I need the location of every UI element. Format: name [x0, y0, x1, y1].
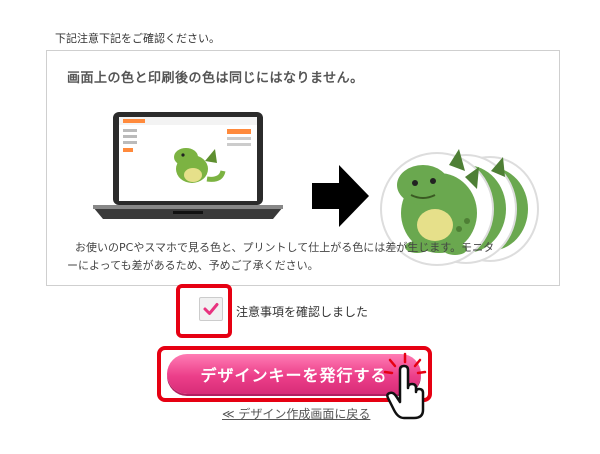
- checkmark-icon: [203, 303, 219, 315]
- pointer-hand-icon: [383, 352, 427, 420]
- arrow-right-icon: [312, 165, 369, 227]
- notice-body: お使いのPCやスマホで見る色と、プリントして仕上がる色には差が生じます。モニタ …: [67, 239, 547, 275]
- notice-body-line-1: お使いのPCやスマホで見る色と、プリントして仕上がる色には差が生じます。モニタ: [75, 241, 495, 254]
- confirm-checkbox-label[interactable]: 注意事項を確認しました: [236, 303, 368, 320]
- laptop-icon: [93, 112, 283, 219]
- notice-body-line-2: ーによっても差があるため、予めご了承ください。: [67, 259, 319, 272]
- confirm-checkbox[interactable]: [199, 297, 223, 321]
- back-to-design-link[interactable]: ≪ デザイン作成画面に戻る: [222, 405, 370, 422]
- notice-heading: 画面上の色と印刷後の色は同じにはなりません。: [67, 71, 364, 86]
- notice-box: 画面上の色と印刷後の色は同じにはなりません。 お使いのPCやスマホで見る色と、プ…: [46, 50, 560, 286]
- intro-text: 下記注意下記をご確認ください。: [55, 32, 220, 45]
